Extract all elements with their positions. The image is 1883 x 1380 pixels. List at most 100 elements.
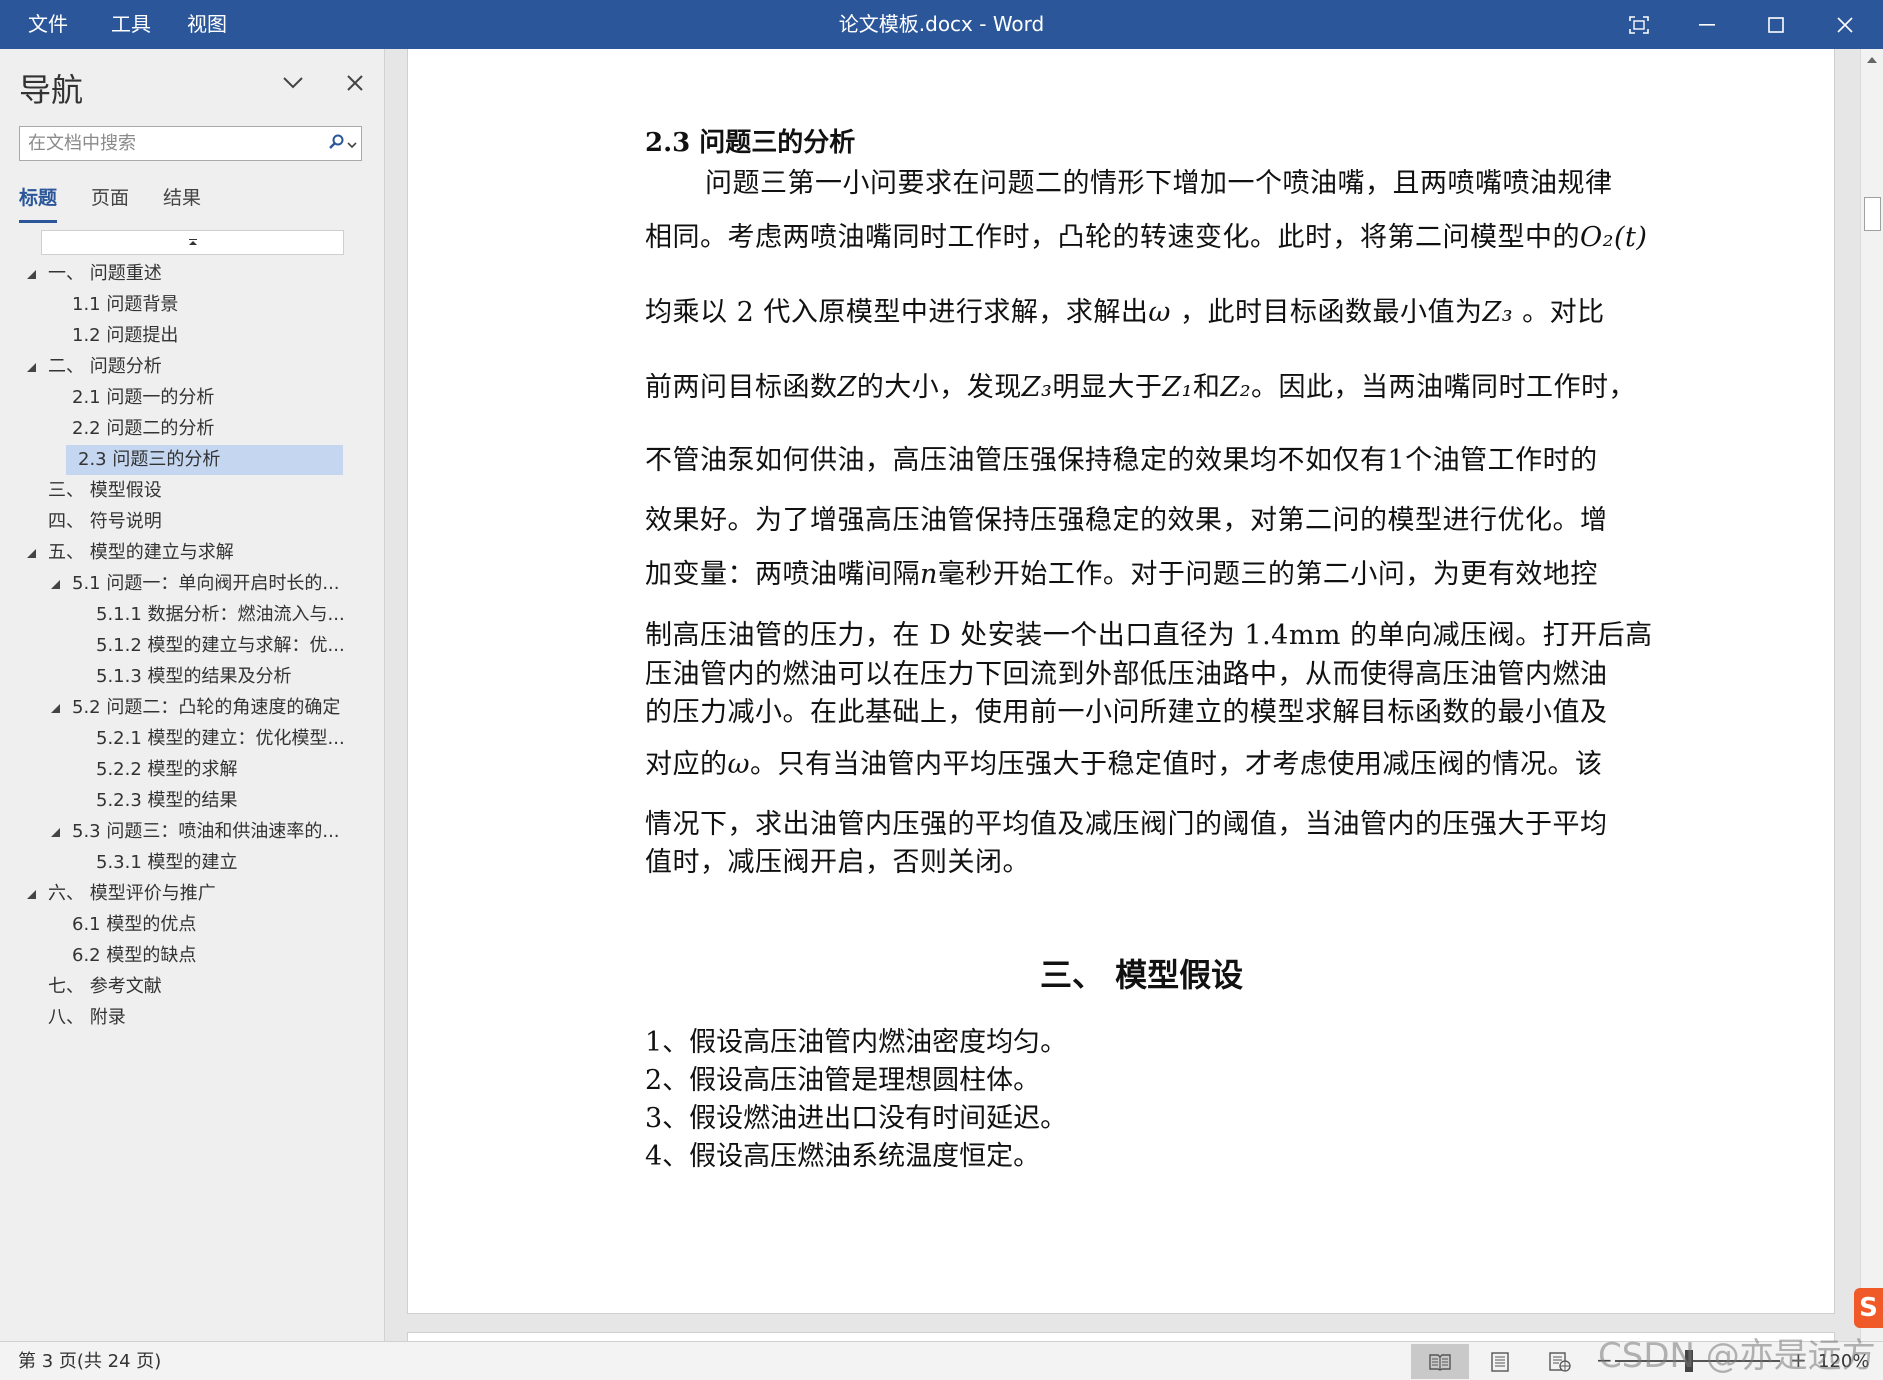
nav-heading-label: 1.1 问题背景 (72, 294, 179, 315)
scrollbar-thumb[interactable] (1864, 197, 1881, 231)
nav-heading-item[interactable]: 5.1.2 模型的建立与求解：优... (96, 631, 345, 661)
maximize-button[interactable] (1746, 0, 1806, 49)
document-page[interactable]: - · - · · - · · · 2.3 问题三的分析 问题三第一小问要求在问… (407, 49, 1835, 1314)
nav-heading-label: 5.2 问题二：凸轮的角速度的确定 (72, 697, 341, 718)
nav-heading-item[interactable]: 5.3.1 模型的建立 (96, 848, 238, 878)
nav-heading-label: 5.1.1 数据分析：燃油流入与... (96, 604, 345, 625)
nav-heading-label: 5.1.2 模型的建立与求解：优... (96, 635, 345, 656)
window-title: 论文模板.docx - Word (838, 12, 1045, 36)
para-line: 加变量：两喷油嘴间隔n毫秒开始工作。对于问题三的第二小问，为更有效地控 (645, 559, 1598, 590)
nav-heading-label: 七、 参考文献 (48, 976, 162, 997)
nav-heading-label: 五、 模型的建立与求解 (48, 542, 234, 563)
para-line: 压油管内的燃油可以在压力下回流到外部低压油路中，从而使得高压油管内燃油 (645, 659, 1608, 690)
search-icon[interactable] (329, 134, 345, 154)
nav-heading-item[interactable]: 1.1 问题背景 (72, 290, 178, 320)
para-line: 前两问目标函数Z的大小，发现Z₃明显大于Z₁和Z₂。因此，当两油嘴同时工作时， (645, 372, 1637, 403)
nav-search-box (19, 126, 362, 161)
minimize-icon (1699, 23, 1715, 26)
web-layout-button[interactable] (1531, 1344, 1589, 1379)
nav-heading-label: 5.3.1 模型的建立 (96, 852, 238, 873)
nav-heading-item[interactable]: 6.2 模型的缺点 (72, 941, 196, 971)
nav-options-button[interactable] (273, 63, 313, 103)
para-line: 制高压油管的压力，在 D 处安装一个出口直径为 1.4mm 的单向减压阀。打开后… (645, 620, 1653, 651)
nav-heading-item[interactable]: 5.2.2 模型的求解 (96, 755, 238, 785)
nav-heading-label: 二、 问题分析 (48, 356, 162, 377)
nav-heading-item[interactable]: 2.3 问题三的分析 (66, 445, 343, 475)
expand-triangle-icon[interactable] (26, 259, 38, 289)
collapse-all-button[interactable] (41, 230, 344, 255)
nav-heading-item[interactable]: 三、 模型假设 (48, 476, 162, 506)
tab-headings[interactable]: 标题 (19, 185, 58, 223)
expand-triangle-icon[interactable] (26, 879, 38, 909)
section-heading-3: 三、 模型假设 (1040, 956, 1244, 994)
nav-heading-item[interactable]: 5.2.1 模型的建立：优化模型... (96, 724, 345, 754)
read-mode-icon (1429, 1353, 1451, 1371)
nav-heading-label: 6.2 模型的缺点 (72, 945, 197, 966)
para-line: 问题三第一小问要求在问题二的情形下增加一个喷油嘴，且两喷嘴喷油规律 (705, 168, 1613, 199)
nav-heading-item[interactable]: 5.1.3 模型的结果及分析 (96, 662, 292, 692)
print-layout-icon (1491, 1351, 1509, 1372)
nav-heading-label: 2.1 问题一的分析 (72, 387, 215, 408)
navigation-pane: 导航 标题 页面 结果 一、 问题重述 1.1 问题背景 1.2 问题提出二、 问题… (0, 49, 385, 1341)
nav-heading-item[interactable]: 五、 模型的建立与求解 (48, 538, 234, 568)
nav-heading-label: 三、 模型假设 (48, 480, 162, 501)
nav-heading-item[interactable]: 5.1 问题一：单向阀开启时长的... (72, 569, 340, 599)
nav-heading-item[interactable]: 6.1 模型的优点 (72, 910, 196, 940)
nav-heading-item[interactable]: 八、 附录 (48, 1003, 126, 1033)
nav-heading-item[interactable]: 5.1.1 数据分析：燃油流入与... (96, 600, 345, 630)
menu-tools[interactable]: 工具 (111, 0, 151, 49)
expand-triangle-icon[interactable] (50, 569, 62, 599)
title-bar: 文件 工具 视图 论文模板.docx - Word (0, 0, 1883, 49)
assumption-item: 3、假设燃油进出口没有时间延迟。 (645, 1103, 1068, 1134)
assumption-item: 2、假设高压油管是理想圆柱体。 (645, 1065, 1041, 1096)
nav-heading-label: 6.1 模型的优点 (72, 914, 197, 935)
para-line: 效果好。为了增强高压油管保持压强稳定的效果，对第二问的模型进行优化。增 (645, 505, 1608, 536)
watermark: CSDN @亦是远方 (1598, 1336, 1876, 1376)
para-line: 情况下，求出油管内压强的平均值及减压阀门的阈值，当油管内的压强大于平均 (645, 809, 1608, 840)
expand-triangle-icon[interactable] (26, 352, 38, 382)
search-options-chevron-icon[interactable] (347, 134, 357, 153)
nav-heading-label: 5.2.3 模型的结果 (96, 790, 238, 811)
read-mode-button[interactable] (1411, 1344, 1469, 1379)
nav-heading-item[interactable]: 1.2 问题提出 (72, 321, 178, 351)
expand-triangle-icon[interactable] (26, 538, 38, 568)
web-layout-icon (1549, 1351, 1571, 1372)
nav-heading-label: 八、 附录 (48, 1007, 126, 1028)
expand-triangle-icon[interactable] (50, 817, 62, 847)
tab-pages[interactable]: 页面 (91, 185, 129, 223)
nav-heading-item[interactable]: 5.3 问题三：喷油和供油速率的... (72, 817, 340, 847)
nav-heading-label: 2.3 问题三的分析 (78, 449, 221, 470)
para-line: 值时，减压阀开启，否则关闭。 (645, 847, 1030, 878)
nav-heading-item[interactable]: 六、 模型评价与推广 (48, 879, 216, 909)
minimize-button[interactable] (1677, 0, 1737, 49)
menu-file[interactable]: 文件 (28, 0, 68, 49)
nav-heading-label: 5.3 问题三：喷油和供油速率的... (72, 821, 340, 842)
nav-heading-item[interactable]: 2.2 问题二的分析 (72, 414, 214, 444)
document-area: - · - · · - · · · 2.3 问题三的分析 问题三第一小问要求在问… (386, 49, 1860, 1341)
nav-heading-item[interactable]: 四、 符号说明 (48, 507, 162, 537)
print-layout-button[interactable] (1471, 1344, 1529, 1379)
scroll-up-icon[interactable] (1866, 55, 1878, 65)
nav-heading-item[interactable]: 七、 参考文献 (48, 972, 162, 1002)
nav-heading-item[interactable]: 二、 问题分析 (48, 352, 162, 382)
tab-results[interactable]: 结果 (163, 185, 201, 223)
nav-heading-label: 四、 符号说明 (48, 511, 162, 532)
close-window-button[interactable] (1815, 0, 1875, 49)
focus-mode-button[interactable] (1609, 0, 1669, 49)
expand-triangle-icon[interactable] (50, 693, 62, 723)
nav-close-button[interactable] (335, 63, 375, 103)
nav-heading-item[interactable]: 一、 问题重述 (48, 259, 162, 289)
menu-view[interactable]: 视图 (187, 0, 227, 49)
ime-badge[interactable]: S (1854, 1288, 1883, 1328)
nav-search-input[interactable] (20, 127, 310, 160)
nav-title: 导航 (19, 71, 84, 109)
collapse-up-icon (188, 238, 197, 245)
para-line: 相同。考虑两喷油嘴同时工作时，凸轮的转速变化。此时，将第二问模型中的O₂(t) (645, 222, 1648, 253)
nav-heading-item[interactable]: 5.2.3 模型的结果 (96, 786, 238, 816)
nav-heading-label: 2.2 问题二的分析 (72, 418, 215, 439)
nav-heading-item[interactable]: 2.1 问题一的分析 (72, 383, 214, 413)
maximize-icon (1768, 16, 1784, 33)
vertical-scrollbar[interactable] (1860, 49, 1883, 1341)
nav-heading-item[interactable]: 5.2 问题二：凸轮的角速度的确定 (72, 693, 340, 723)
page-count[interactable]: 第 3 页(共 24 页) (18, 1342, 161, 1380)
